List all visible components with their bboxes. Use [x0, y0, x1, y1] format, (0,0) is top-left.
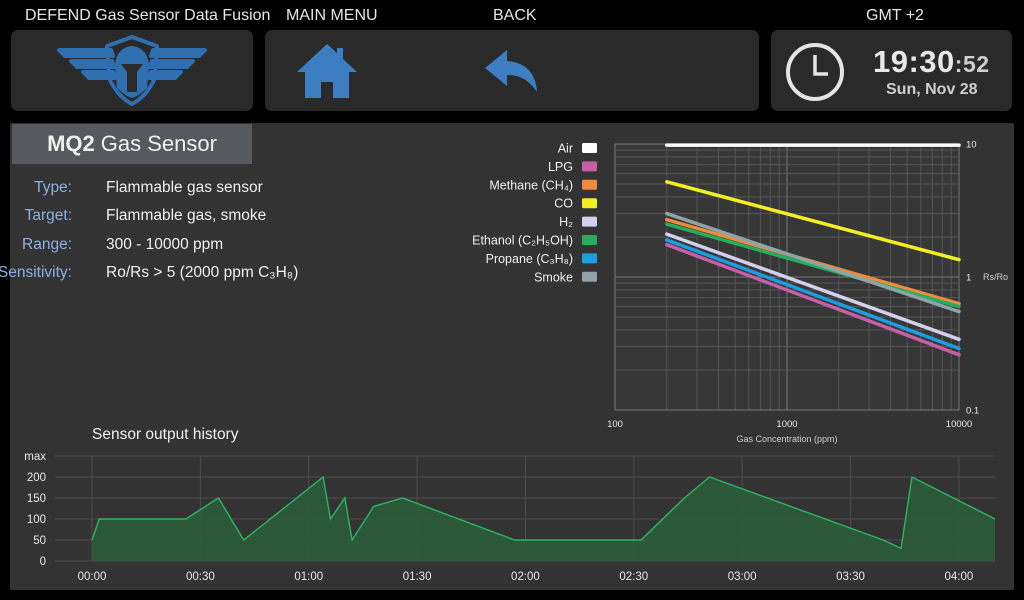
legend-label: Methane (CH₄) [489, 178, 573, 192]
legend-swatch [582, 161, 597, 172]
y-tick-label: 0.1 [966, 406, 979, 417]
legend-swatch [582, 143, 597, 153]
y-tick-label: 10 [966, 140, 977, 151]
legend-label: Ethanol (C₂H₅OH) [472, 234, 573, 248]
legend-label: CO [554, 197, 573, 211]
legend-label: Propane (C₃H₈) [486, 252, 573, 266]
legend-swatch [582, 253, 597, 264]
x-tick-label: 100 [607, 419, 623, 430]
x-axis-label: Gas Concentration (ppm) [736, 434, 837, 444]
legend-label: H₂ [559, 215, 573, 229]
sensitivity-chart: Air LPG Methane (CH₄) CO H₂ Ethanol (C₂H₅OH) P… [472, 140, 1008, 445]
x-tick-label: 10000 [946, 419, 972, 430]
legend-label: Smoke [534, 270, 573, 284]
legend-label: Air [558, 142, 573, 156]
legend-swatch [582, 271, 597, 282]
legend-swatch [582, 216, 597, 227]
y-tick-label: 1 [966, 273, 971, 284]
sensitivity-legend: Air LPG Methane (CH₄) CO H₂ Ethanol (C₂H₅OH) P… [472, 142, 597, 284]
legend-label: LPG [548, 160, 573, 174]
legend-swatch [582, 235, 597, 245]
legend-swatch [582, 179, 597, 190]
y-axis-label: Rs/Ro [983, 272, 1008, 282]
legend-swatch [582, 198, 597, 209]
x-tick-label: 1000 [776, 419, 797, 430]
history-title: Sensor output history [92, 426, 239, 443]
